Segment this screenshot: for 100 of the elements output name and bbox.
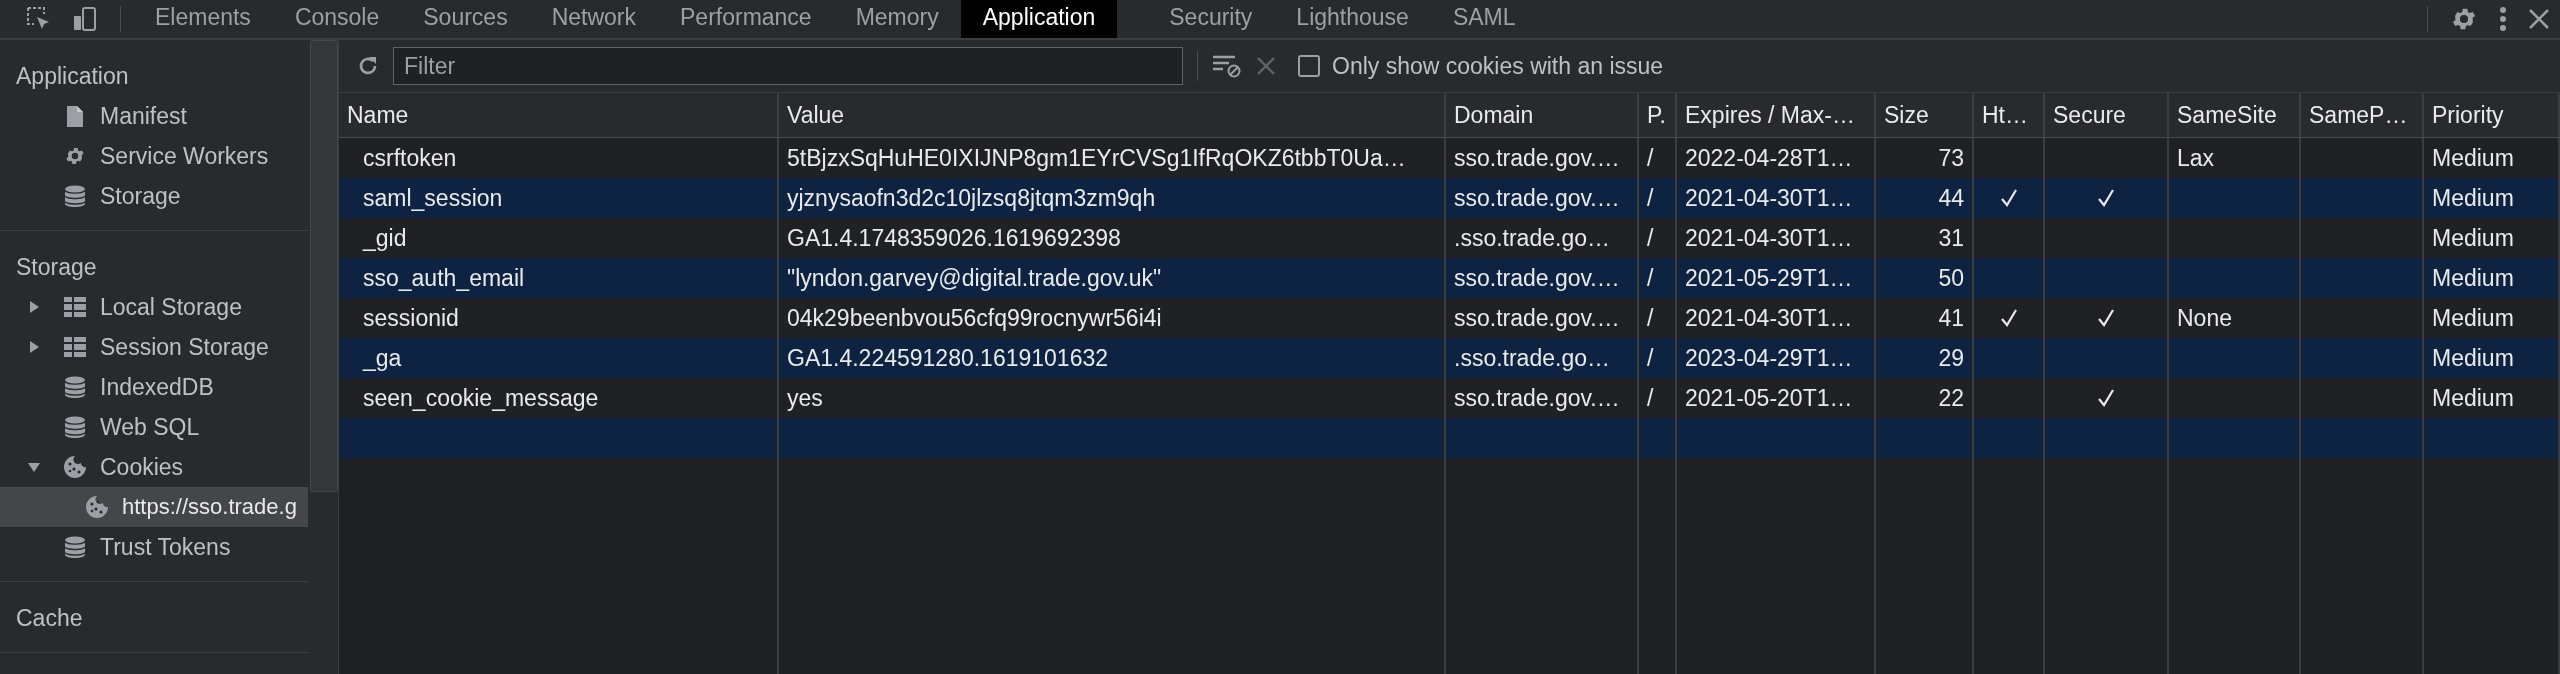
table-cell: 2022-04-28T1…	[1685, 144, 1853, 172]
sidebar-item[interactable]: Service Workers	[0, 136, 309, 176]
table-cell: sso.trade.gov.…	[1454, 384, 1620, 412]
table-cell: Lax	[2177, 144, 2215, 172]
sidebar-item[interactable]: https://sso.trade.g	[0, 487, 309, 527]
database-icon	[65, 376, 85, 398]
panel-tab[interactable]: Memory	[833, 0, 961, 38]
database-icon	[65, 416, 85, 438]
table-cell: .sso.trade.go…	[1454, 344, 1610, 372]
database-icon	[65, 185, 85, 207]
grid-icon	[64, 337, 86, 357]
section-heading: Cache	[15, 604, 84, 633]
panel-tab[interactable]: SAML	[1430, 0, 1538, 38]
column-header[interactable]: SameP…	[2301, 93, 2424, 137]
table-cell: seen_cookie_message	[363, 384, 599, 412]
column-header[interactable]: P.	[1639, 93, 1677, 137]
sidebar-item[interactable]: Trust Tokens	[0, 527, 309, 567]
table-cell: sso.trade.gov.…	[1454, 144, 1620, 172]
table-cell: GA1.4.224591280.1619101632	[787, 344, 1109, 372]
table-cell: 2021-05-29T1…	[1685, 264, 1853, 292]
checkbox-label: Only show cookies with an issue	[1332, 52, 1664, 80]
expanded-triangle-icon[interactable]	[28, 461, 40, 473]
table-cell: Medium	[2432, 264, 2514, 292]
table-cell: 2021-04-30T1…	[1685, 304, 1853, 332]
sidebar-item[interactable]: Web SQL	[0, 407, 309, 447]
table-cell: None	[2177, 304, 2232, 332]
cookie-icon	[64, 456, 86, 478]
sidebar-item[interactable]: Local Storage	[0, 287, 309, 327]
clear-filtered-icon[interactable]	[1212, 54, 1242, 78]
table-cell: _gid	[363, 224, 407, 252]
table-cell: 29	[1938, 344, 1964, 372]
table-cell: /	[1647, 344, 1654, 372]
sidebar-item[interactable]: Cookies	[0, 447, 309, 487]
table-cell: GA1.4.1748359026.1619692398	[787, 224, 1121, 252]
table-cell: 73	[1938, 144, 1964, 172]
table-cell: /	[1647, 304, 1654, 332]
table-cell: sso_auth_email	[363, 264, 525, 292]
section-heading: Application	[15, 62, 130, 91]
more-options-icon[interactable]	[2498, 5, 2508, 33]
table-cell: Medium	[2432, 184, 2514, 212]
sidebar-item[interactable]: Storage	[0, 176, 309, 216]
column-header[interactable]: Domain	[1446, 93, 1639, 137]
table-cell: sso.trade.gov.…	[1454, 304, 1620, 332]
table-cell: Medium	[2432, 144, 2514, 172]
table-cell: Medium	[2432, 224, 2514, 252]
table-cell: Medium	[2432, 344, 2514, 372]
panel-tab[interactable]: Console	[272, 0, 402, 38]
table-cell: 5tBjzxSqHuHE0IXIJNP8gm1EYrCVSg1IfRqOKZ6tbbT0Ua…	[787, 144, 1406, 172]
collapsed-triangle-icon[interactable]	[28, 341, 40, 353]
checkbox[interactable]	[1298, 55, 1320, 77]
device-toolbar-icon[interactable]	[72, 6, 98, 32]
panel-tab[interactable]: Application	[960, 0, 1118, 38]
database-icon	[65, 536, 85, 558]
delete-icon[interactable]	[1256, 56, 1276, 76]
gear-icon	[64, 145, 86, 167]
table-cell: /	[1647, 224, 1654, 252]
scrollbar[interactable]	[310, 40, 338, 492]
column-header[interactable]: Secure	[2045, 93, 2169, 137]
table-cell: 31	[1938, 224, 1964, 252]
table-cell: _ga	[363, 344, 402, 372]
section-heading: Storage	[15, 253, 98, 282]
panel-tab[interactable]: Elements	[133, 0, 273, 38]
close-icon[interactable]	[2528, 8, 2550, 30]
table-cell: saml_session	[363, 184, 503, 212]
table-cell: "lyndon.garvey@digital.trade.gov.uk"	[787, 264, 1162, 292]
cookie-icon	[86, 496, 108, 518]
table-cell: /	[1647, 264, 1654, 292]
column-header[interactable]: Name	[339, 93, 779, 137]
refresh-icon[interactable]	[357, 55, 379, 77]
file-icon	[67, 105, 83, 127]
sidebar-item[interactable]: IndexedDB	[0, 367, 309, 407]
table-cell: .sso.trade.go…	[1454, 224, 1610, 252]
table-cell: csrftoken	[363, 144, 457, 172]
table-cell: 41	[1938, 304, 1964, 332]
panel-tab[interactable]: Security	[1147, 0, 1275, 38]
table-cell: 50	[1938, 264, 1964, 292]
table-cell: /	[1647, 384, 1654, 412]
table-cell: sso.trade.gov.…	[1454, 184, 1620, 212]
sidebar-item[interactable]: Manifest	[0, 96, 309, 136]
column-header[interactable]: Expires / Max-…	[1677, 93, 1876, 137]
table-cell: 2021-05-20T1…	[1685, 384, 1853, 412]
table-cell: yjznysaofn3d2c10jlzsq8jtqm3zm9qh	[787, 184, 1156, 212]
panel-tab[interactable]: Performance	[658, 0, 834, 38]
panel-tab[interactable]: Network	[529, 0, 658, 38]
sidebar-item[interactable]: Session Storage	[0, 327, 309, 367]
column-header[interactable]: Ht…	[1974, 93, 2045, 137]
column-header[interactable]: Priority	[2424, 93, 2560, 137]
filter-field[interactable]: Filter	[393, 47, 1183, 85]
column-header[interactable]: SameSite	[2169, 93, 2301, 137]
table-cell: sso.trade.gov.…	[1454, 264, 1620, 292]
panel-tab[interactable]: Lighthouse	[1274, 0, 1431, 38]
column-header[interactable]: Size	[1876, 93, 1974, 137]
table-cell: Medium	[2432, 384, 2514, 412]
collapsed-triangle-icon[interactable]	[28, 301, 40, 313]
panel-tab[interactable]: Sources	[401, 0, 530, 38]
table-cell: 2021-04-30T1…	[1685, 224, 1853, 252]
table-cell: /	[1647, 184, 1654, 212]
grid-icon	[64, 297, 86, 317]
column-header[interactable]: Value	[779, 93, 1446, 137]
table-cell: sessionid	[363, 304, 459, 332]
